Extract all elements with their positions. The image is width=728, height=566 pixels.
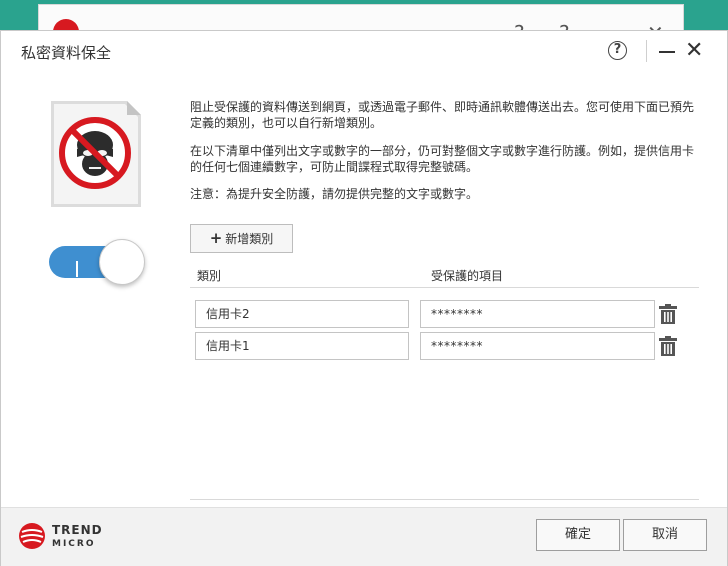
trash-icon[interactable] bbox=[659, 304, 677, 324]
column-header-category: 類別 bbox=[197, 269, 222, 283]
brand-text-line2: MICRO bbox=[52, 539, 96, 549]
protection-toggle[interactable] bbox=[49, 239, 149, 285]
table-row: 信用卡2 ******** bbox=[195, 300, 695, 328]
trend-micro-logo: TREND MICRO bbox=[19, 521, 109, 553]
help-icon[interactable]: ? bbox=[608, 41, 627, 60]
column-header-protected-item: 受保護的項目 bbox=[431, 269, 504, 283]
category-input[interactable]: 信用卡2 bbox=[195, 300, 409, 328]
protected-value-input[interactable]: ******** bbox=[420, 332, 655, 360]
dialog-footer: TREND MICRO 確定 取消 bbox=[1, 507, 727, 566]
header-divider bbox=[190, 287, 699, 288]
title-bar: 私密資料保全 ? ✕ bbox=[1, 31, 727, 73]
add-category-label: 新增類別 bbox=[225, 232, 274, 246]
list-bottom-divider bbox=[190, 499, 699, 500]
trend-micro-ball-icon bbox=[19, 523, 45, 549]
titlebar-separator bbox=[646, 40, 647, 62]
description-paragraph-2: 在以下清單中僅列出文字或數字的一部分，仍可對整個文字或數字進行防護。例如，提供信… bbox=[190, 144, 695, 174]
add-category-button[interactable]: + 新增類別 bbox=[190, 224, 293, 253]
table-row: 信用卡1 ******** bbox=[195, 332, 695, 360]
privacy-protection-dialog: 私密資料保全 ? ✕ 阻止受保護的資料傳送到網頁，或透過電子郵件、即時通訊軟體傳… bbox=[0, 30, 728, 566]
description-paragraph-1: 阻止受保護的資料傳送到網頁，或透過電子郵件、即時通訊軟體傳送出去。您可使用下面已… bbox=[190, 100, 695, 130]
category-input[interactable]: 信用卡1 bbox=[195, 332, 409, 360]
trash-icon[interactable] bbox=[659, 336, 677, 356]
toggle-knob[interactable] bbox=[99, 239, 145, 285]
toggle-on-indicator-icon bbox=[76, 261, 78, 277]
ok-button[interactable]: 確定 bbox=[536, 519, 620, 551]
brand-text-line1: TREND bbox=[52, 523, 103, 537]
note-paragraph: 注意：為提升安全防護，請勿提供完整的文字或數字。 bbox=[190, 187, 479, 201]
protected-value-input[interactable]: ******** bbox=[420, 300, 655, 328]
close-icon[interactable]: ✕ bbox=[685, 39, 703, 63]
plus-icon: + bbox=[209, 229, 223, 247]
dialog-title: 私密資料保全 bbox=[21, 44, 112, 62]
cancel-button[interactable]: 取消 bbox=[623, 519, 707, 551]
data-theft-prohibited-icon bbox=[51, 101, 141, 207]
minimize-icon[interactable] bbox=[659, 51, 675, 53]
